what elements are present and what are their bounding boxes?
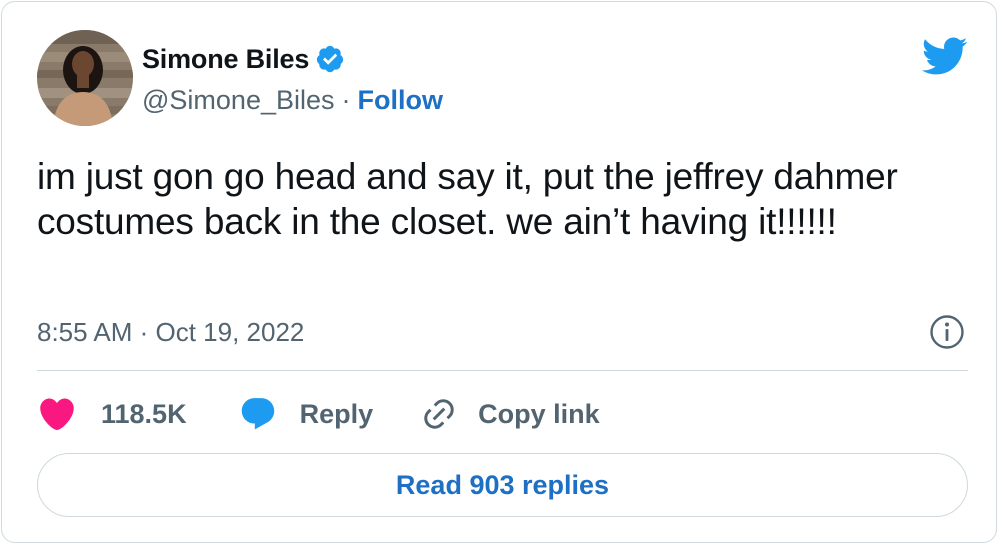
link-icon: [421, 396, 457, 432]
heart-icon: [37, 394, 77, 434]
speech-bubble-icon: [239, 395, 277, 433]
user-handle[interactable]: @Simone_Biles: [142, 85, 335, 116]
author-name-row: Simone Biles: [142, 41, 345, 77]
reply-label: Reply: [299, 398, 374, 429]
copy-link-label: Copy link: [478, 398, 600, 429]
follow-link[interactable]: Follow: [358, 85, 443, 116]
copy-link-button[interactable]: Copy link: [421, 396, 600, 432]
avatar[interactable]: [37, 30, 133, 126]
action-bar: 118.5K Reply Copy link: [37, 392, 600, 436]
tweet-card: Simone Biles @Simone_Biles · Follow im j…: [1, 1, 997, 543]
verified-badge-icon: [315, 44, 345, 74]
reply-button[interactable]: Reply: [239, 395, 374, 433]
handle-row: @Simone_Biles · Follow: [142, 82, 443, 118]
like-button[interactable]: 118.5K: [37, 394, 187, 434]
twitter-bird-icon[interactable]: [920, 36, 968, 76]
display-name[interactable]: Simone Biles: [142, 44, 309, 75]
like-count: 118.5K: [101, 398, 187, 429]
read-replies-button[interactable]: Read 903 replies: [37, 453, 968, 517]
divider: [37, 370, 968, 371]
avatar-image: [37, 30, 133, 126]
info-icon[interactable]: [929, 314, 965, 350]
tweet-text: im just gon go head and say it, put the …: [37, 156, 898, 242]
separator: ·: [341, 84, 351, 115]
tweet-timestamp[interactable]: 8:55 AM · Oct 19, 2022: [37, 314, 304, 350]
